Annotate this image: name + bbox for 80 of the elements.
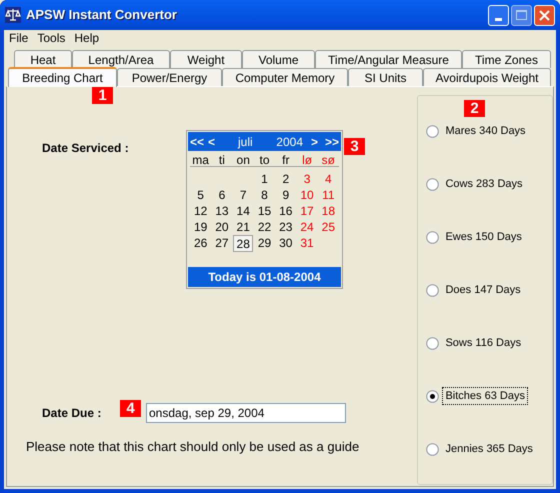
date-due-field[interactable]: onsdag, sep 29, 2004 <box>146 403 346 423</box>
radio-button[interactable] <box>426 336 440 350</box>
callout-badge: 4 <box>120 400 141 417</box>
radio-option[interactable]: Bitches 63 Days <box>426 388 552 404</box>
weekday-label: on <box>236 152 251 169</box>
close-icon <box>539 10 550 20</box>
calendar-day[interactable]: 14 <box>236 202 250 220</box>
menu-item[interactable]: Tools <box>34 29 68 47</box>
year-label: 2004 <box>276 134 303 150</box>
next-month-button[interactable]: > <box>311 132 323 150</box>
menu-item[interactable]: File <box>6 29 32 47</box>
minimize-button[interactable] <box>488 4 509 26</box>
tab[interactable]: Time Zones <box>462 50 551 68</box>
radio-button[interactable] <box>426 390 440 402</box>
calendar-day[interactable]: 16 <box>279 202 292 220</box>
calendar-day[interactable]: 19 <box>194 218 208 236</box>
tab[interactable]: Avoirdupois Weight <box>423 68 551 86</box>
close-button[interactable] <box>534 4 555 26</box>
weekday-label: sø <box>320 152 336 169</box>
callout-badge: 2 <box>464 100 485 117</box>
radio-option[interactable]: Cows 283 Days <box>426 176 552 192</box>
calendar-day[interactable]: 2 <box>282 170 290 188</box>
calendar-day[interactable]: 27 <box>215 234 229 252</box>
window-title: APSW Instant Convertor <box>26 6 177 24</box>
radio-option[interactable]: Mares 340 Days <box>426 123 552 139</box>
weekday-label: lø <box>301 152 314 169</box>
tab[interactable]: Weight <box>170 50 242 68</box>
calendar-day[interactable]: 6 <box>218 186 226 204</box>
calendar-day[interactable]: 5 <box>197 186 204 204</box>
callout-badge: 1 <box>92 87 113 104</box>
disclaimer-note: Please note that this chart should only be used as a guide <box>26 438 360 456</box>
month-label: juli <box>238 134 253 150</box>
radio-option[interactable]: Sows 116 Days <box>426 335 552 351</box>
calendar-day[interactable]: 8 <box>261 186 268 204</box>
radio-button[interactable] <box>426 230 440 244</box>
weekday-label: ma <box>191 152 210 169</box>
date-serviced-label: Date Serviced : <box>41 140 130 157</box>
tab[interactable]: Power/Energy <box>117 68 222 86</box>
calendar-day[interactable]: 21 <box>236 218 250 236</box>
previous-month-button[interactable]: < <box>208 132 222 150</box>
radio-option[interactable]: Does 147 Days <box>426 282 552 298</box>
calendar-day[interactable]: 28 <box>233 234 254 252</box>
radio-option[interactable]: Jennies 365 Days <box>426 441 552 457</box>
date-due-label: Date Due : <box>42 406 102 420</box>
callout-badge: 3 <box>344 138 365 155</box>
tab[interactable]: Length/Area <box>72 50 170 68</box>
previous-year-button[interactable]: << <box>190 132 208 150</box>
radio-button[interactable] <box>426 442 440 456</box>
today-bar[interactable]: Today is 01-08-2004 <box>188 267 341 287</box>
calendar-day[interactable]: 9 <box>282 186 290 204</box>
tab[interactable]: Breeding Chart <box>8 67 117 87</box>
tab[interactable]: Volume <box>242 50 315 68</box>
calendar-day[interactable]: 15 <box>258 202 272 220</box>
scales-icon <box>5 7 21 23</box>
calendar-day[interactable]: 22 <box>258 218 272 236</box>
maximize-icon <box>516 10 527 20</box>
weekday-label: to <box>258 152 270 169</box>
calendar-day[interactable]: 13 <box>215 202 229 220</box>
calendar-day[interactable]: 7 <box>240 186 247 204</box>
calendar-day[interactable]: 26 <box>194 234 208 252</box>
weekday-label: fr <box>281 152 290 169</box>
weekday-label: ti <box>218 152 226 169</box>
calendar-day[interactable]: 30 <box>279 234 292 252</box>
calendar-day[interactable]: 12 <box>194 202 208 220</box>
tab[interactable]: Heat <box>14 50 72 68</box>
calendar-day[interactable]: 29 <box>258 234 272 252</box>
calendar-day[interactable]: 20 <box>215 218 229 236</box>
minimize-icon <box>495 18 502 20</box>
radio-button[interactable] <box>426 284 440 296</box>
radio-button[interactable] <box>426 178 440 190</box>
menu-item[interactable]: Help <box>71 29 102 47</box>
tab[interactable]: Time/Angular Measure <box>315 50 462 68</box>
tab[interactable]: SI Units <box>348 68 423 86</box>
radio-option[interactable]: Ewes 150 Days <box>426 229 552 245</box>
next-year-button[interactable]: >> <box>323 132 339 150</box>
calendar-day[interactable]: 1 <box>261 170 268 188</box>
maximize-button[interactable] <box>511 4 532 26</box>
calendar-day[interactable]: 23 <box>279 218 292 236</box>
radio-button[interactable] <box>426 124 440 138</box>
tab[interactable]: Computer Memory <box>222 68 348 86</box>
